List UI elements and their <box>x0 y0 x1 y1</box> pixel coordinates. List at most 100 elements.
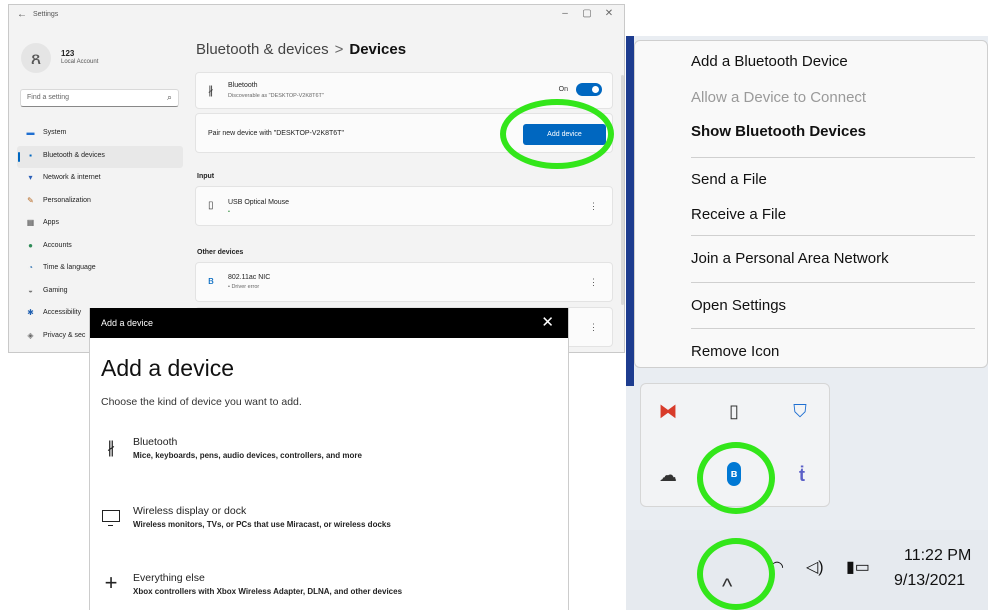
bluetooth-devices-icon: ▪ <box>29 150 32 160</box>
add-device-dialog: Add a device ✕ Add a device Choose the k… <box>89 308 569 610</box>
sidebar-item-label: Time & language <box>43 264 96 271</box>
dialog-subtitle: Choose the kind of device you want to ad… <box>101 396 302 408</box>
breadcrumb-parent[interactable]: Bluetooth & devices <box>196 41 329 58</box>
search-icon: ⌕ <box>166 92 172 102</box>
minimize-button[interactable]: – <box>556 8 574 19</box>
bluetooth-title: Bluetooth <box>228 82 258 89</box>
pair-text: Pair new device with "DESKTOP-V2K8T6T" <box>208 130 344 137</box>
option-bluetooth[interactable]: ∦ Bluetooth Mice, keyboards, pens, audio… <box>100 436 540 476</box>
device-row-mouse[interactable]: ▯ USB Optical Mouse • ⋮ <box>195 186 613 226</box>
device-row-nic[interactable]: ʙ 802.11ac NIC • Driver error ⋮ <box>195 262 613 302</box>
globe-clock-icon: ◔ <box>28 263 33 272</box>
menu-separator <box>691 328 975 329</box>
menu-item-show-bluetooth-devices[interactable]: Show Bluetooth Devices <box>691 123 866 140</box>
bluetooth-device-icon: ʙ <box>208 275 214 287</box>
wifi-icon: ▾ <box>28 173 33 182</box>
bluetooth-subtitle: Discoverable as "DESKTOP-V2K8T6T" <box>228 93 324 99</box>
scrollbar[interactable] <box>621 75 624 305</box>
section-other-devices: Other devices <box>197 249 244 256</box>
sidebar-item-accounts[interactable]: ● Accounts <box>17 236 183 259</box>
search-input[interactable]: Find a setting ⌕ <box>20 89 179 107</box>
menu-item-join-a-personal-area-network[interactable]: Join a Personal Area Network <box>691 250 889 267</box>
option-description: Mice, keyboards, pens, audio devices, co… <box>133 451 362 460</box>
dialog-title-bar: Add a device ✕ <box>90 308 568 338</box>
onedrive-offline-icon[interactable]: ☁ <box>656 463 680 487</box>
close-button[interactable]: ✕ <box>600 8 618 19</box>
sidebar-item-label: Gaming <box>43 286 68 294</box>
apps-icon: ▦ <box>26 218 35 227</box>
more-options-icon[interactable]: ⋮ <box>589 201 598 212</box>
dialog-title: Add a device <box>101 318 154 328</box>
mouse-name: USB Optical Mouse <box>228 199 290 206</box>
menu-separator <box>691 282 975 283</box>
person-icon: ● <box>28 240 33 250</box>
clock-time[interactable]: 11:22 PM <box>904 547 971 565</box>
usb-drive-icon[interactable]: ▯ <box>722 399 746 423</box>
close-icon[interactable]: ✕ <box>541 313 554 331</box>
breadcrumb-separator: > <box>334 41 344 58</box>
more-options-icon[interactable]: ⋮ <box>589 277 598 288</box>
gamepad-icon: ◒ <box>28 285 33 295</box>
window-title: Settings <box>33 11 59 18</box>
back-arrow-icon[interactable]: ← <box>17 9 27 20</box>
security-warning-icon[interactable]: ⛉ <box>788 399 812 423</box>
more-options-icon[interactable]: ⋮ <box>589 322 598 333</box>
option-title: Bluetooth <box>133 436 178 448</box>
monitor-icon <box>102 510 120 526</box>
bluetooth-toggle[interactable] <box>576 83 602 96</box>
sidebar-item-label: Accessibility <box>43 309 82 316</box>
sidebar-item-label: Apps <box>43 219 59 226</box>
monitor-icon: ▬ <box>26 128 35 137</box>
title-bar: ← Settings – ▢ ✕ <box>9 5 624 27</box>
sidebar-item-label: Personalization <box>43 196 91 204</box>
app-icon[interactable]: ⧓ <box>656 399 680 423</box>
sidebar-item-bluetooth-devices[interactable]: ▪ Bluetooth & devices <box>17 145 183 168</box>
sidebar-item-apps[interactable]: ▦ Apps <box>17 213 183 236</box>
sidebar-item-label: System <box>43 129 67 136</box>
sidebar-item-label: Privacy & sec <box>43 331 86 339</box>
sidebar-item-gaming[interactable]: ◒ Gaming <box>17 281 183 304</box>
dialog-heading: Add a device <box>101 355 234 381</box>
sidebar-item-label: Network & internet <box>43 174 101 181</box>
highlight-chevron <box>697 538 775 610</box>
maximize-button[interactable]: ▢ <box>578 8 596 19</box>
sidebar-item-personalization[interactable]: ✎ Personalization <box>17 191 183 214</box>
nic-status: • Driver error <box>228 284 260 290</box>
sidebar-item-network-internet[interactable]: ▾ Network & internet <box>17 168 183 191</box>
toggle-knob <box>592 86 599 93</box>
option-description: Wireless monitors, TVs, or PCs that use … <box>133 520 391 529</box>
battery-icon[interactable]: ▮▭ <box>846 557 870 577</box>
volume-icon[interactable]: ◁) <box>806 557 824 577</box>
sidebar-item-time-language[interactable]: ◔ Time & language <box>17 258 183 281</box>
option-title: Everything else <box>133 572 205 584</box>
option-everything-else[interactable]: + Everything else Xbox controllers with … <box>100 572 540 610</box>
sidebar-item-label: Bluetooth & devices <box>43 151 105 159</box>
plus-icon: + <box>104 570 118 595</box>
account-type: Local Account <box>61 59 99 65</box>
menu-item-send-a-file[interactable]: Send a File <box>691 171 767 188</box>
highlight-add-device <box>500 99 614 169</box>
shield-icon: ◈ <box>27 330 34 340</box>
mouse-icon: ▯ <box>208 200 214 211</box>
breadcrumb: Bluetooth & devices > Devices <box>196 41 406 58</box>
sidebar-item-system[interactable]: ▬ System <box>17 123 183 146</box>
pencil-icon: ✎ <box>27 195 34 205</box>
teams-icon[interactable]: ṫ <box>790 463 814 487</box>
search-placeholder: Find a setting <box>27 94 70 101</box>
menu-item-remove-icon[interactable]: Remove Icon <box>691 343 779 360</box>
option-wireless-display[interactable]: Wireless display or dock Wireless monito… <box>100 505 540 545</box>
menu-separator <box>691 235 975 236</box>
menu-item-add-a-bluetooth-device[interactable]: Add a Bluetooth Device <box>691 53 848 70</box>
mouse-status: • <box>228 209 230 215</box>
option-description: Xbox controllers with Xbox Wireless Adap… <box>133 587 403 596</box>
accessibility-icon: ✱ <box>27 308 34 317</box>
menu-item-receive-a-file[interactable]: Receive a File <box>691 206 786 223</box>
clock-date[interactable]: 9/13/2021 <box>894 572 965 590</box>
account-name: 123 <box>61 49 75 58</box>
menu-item-open-settings[interactable]: Open Settings <box>691 297 786 314</box>
bluetooth-icon: ∦ <box>208 85 214 97</box>
bluetooth-context-menu: Add a Bluetooth Device Allow a Device to … <box>634 40 988 368</box>
toggle-label: On <box>558 86 568 93</box>
menu-item-allow-a-device-to-connect: Allow a Device to Connect <box>691 89 867 106</box>
desktop-wallpaper-edge <box>626 36 634 386</box>
